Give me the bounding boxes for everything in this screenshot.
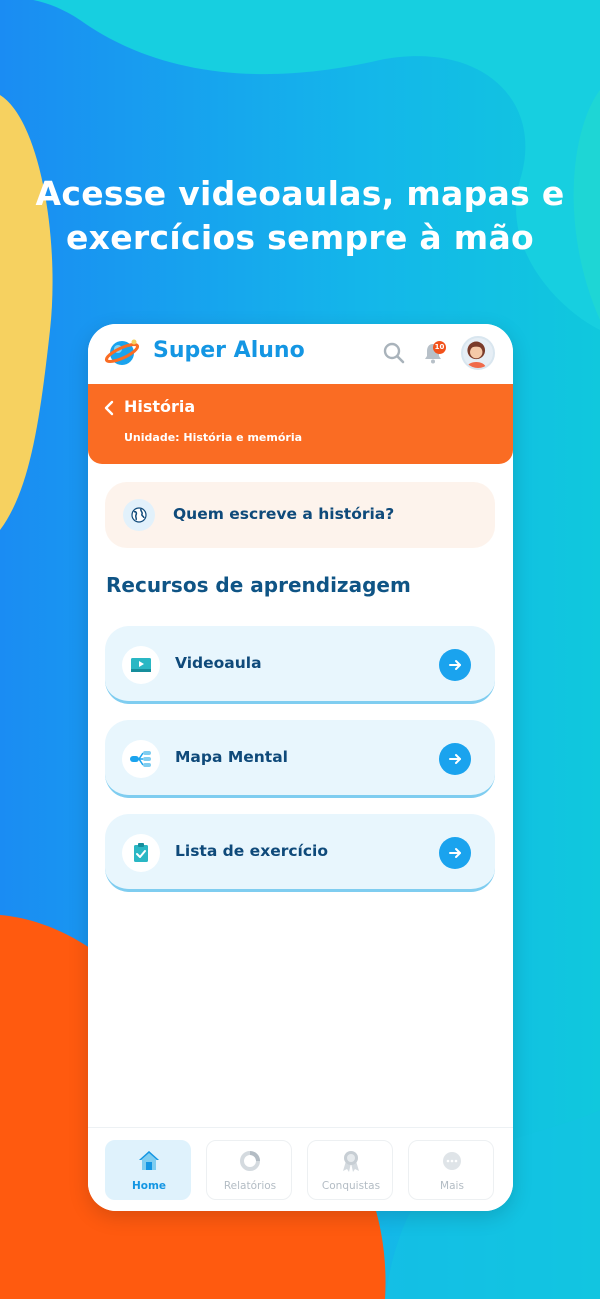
topic-label: Quem escreve a história? — [173, 505, 395, 523]
chart-ring-icon — [240, 1151, 260, 1171]
checklist-icon — [122, 834, 160, 872]
nav-item-mais[interactable]: Mais — [408, 1140, 494, 1200]
headline-line-2: exercícios sempre à mão — [65, 218, 535, 257]
arrow-right-icon[interactable] — [439, 743, 471, 775]
topic-card[interactable]: Quem escreve a história? — [105, 482, 495, 548]
video-icon — [122, 646, 160, 684]
search-icon[interactable] — [383, 342, 405, 364]
phone-screen: Super Aluno 10 História Unidade: Históri… — [88, 324, 513, 1211]
globe-icon — [123, 499, 155, 531]
nav-item-home[interactable]: Home — [105, 1140, 191, 1200]
notification-badge: 10 — [433, 341, 446, 354]
arrow-right-icon[interactable] — [439, 649, 471, 681]
resource-label: Lista de exercício — [175, 842, 329, 860]
nav-label: Mais — [440, 1180, 464, 1192]
home-icon — [139, 1151, 159, 1170]
subject-title[interactable]: História — [124, 397, 195, 416]
headline: Acesse videoaulas, mapas e exercícios se… — [0, 172, 600, 260]
nav-label: Relatórios — [223, 1180, 277, 1192]
planet-logo-icon — [104, 339, 140, 365]
app-title: Super Aluno — [153, 338, 305, 363]
subject-unit: Unidade: História e memória — [124, 431, 303, 444]
resource-label: Videoaula — [175, 654, 262, 672]
subject-header: História Unidade: História e memória — [88, 384, 513, 464]
resource-card-lista-de-exercicio[interactable]: Lista de exercício — [105, 814, 495, 892]
resource-card-videoaula[interactable]: Videoaula — [105, 626, 495, 704]
app-top-bar: Super Aluno 10 — [88, 324, 513, 384]
headline-line-1: Acesse videoaulas, mapas e — [35, 174, 565, 213]
nav-item-conquistas[interactable]: Conquistas — [307, 1140, 393, 1200]
medal-icon — [343, 1151, 359, 1172]
more-icon — [443, 1152, 461, 1170]
back-chevron-icon[interactable] — [104, 400, 114, 416]
user-avatar[interactable] — [461, 336, 495, 370]
bottom-navigation: Home Relatórios Conquistas Mais — [88, 1127, 513, 1211]
nav-label: Home — [131, 1180, 167, 1192]
resource-label: Mapa Mental — [175, 748, 288, 766]
arrow-right-icon[interactable] — [439, 837, 471, 869]
mind-map-icon — [122, 740, 160, 778]
resource-card-mapa-mental[interactable]: Mapa Mental — [105, 720, 495, 798]
nav-label: Conquistas — [321, 1180, 381, 1192]
resources-section-title: Recursos de aprendizagem — [106, 573, 411, 597]
nav-item-relatorios[interactable]: Relatórios — [206, 1140, 292, 1200]
avatar-icon — [466, 341, 486, 368]
